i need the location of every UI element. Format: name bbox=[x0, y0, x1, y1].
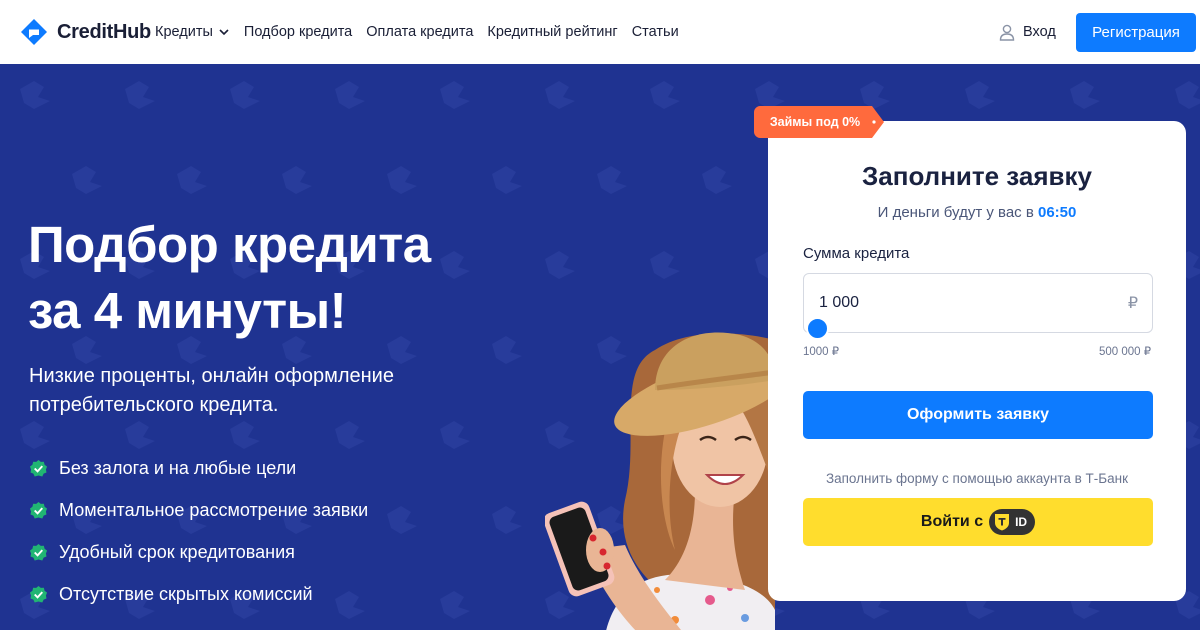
tbank-note: Заполнить форму с помощью аккаунта в Т-Б… bbox=[825, 471, 1129, 486]
login-link[interactable]: Вход bbox=[998, 0, 1056, 64]
amount-input[interactable]: 1 000 ₽ bbox=[803, 273, 1153, 333]
tbank-shield-icon bbox=[995, 514, 1010, 531]
hero-title: Подбор кредита за 4 минуты! bbox=[28, 212, 431, 344]
pattern-shape bbox=[860, 81, 890, 109]
tid-badge-text: ID bbox=[1015, 515, 1028, 529]
register-button[interactable]: Регистрация bbox=[1076, 13, 1196, 52]
pattern-shape bbox=[440, 251, 470, 279]
pattern-shape bbox=[492, 336, 522, 364]
pattern-shape bbox=[440, 421, 470, 449]
pattern-shape bbox=[1070, 81, 1100, 109]
pattern-shape bbox=[335, 81, 365, 109]
pattern-shape bbox=[597, 166, 627, 194]
nav-item-credits[interactable]: Кредиты bbox=[155, 24, 230, 40]
woman-with-phone-image bbox=[545, 332, 775, 630]
form-subtitle-text: И деньги будут у вас в bbox=[877, 204, 1034, 221]
feature-text: Без залога и на любые цели bbox=[59, 457, 297, 478]
amount-label: Сумма кредита bbox=[803, 245, 910, 262]
brand-logo[interactable]: CreditHub bbox=[20, 18, 151, 46]
pattern-shape bbox=[282, 166, 312, 194]
logo-icon bbox=[21, 19, 47, 45]
pattern-shape bbox=[492, 506, 522, 534]
hero-subtitle: Низкие проценты, онлайн оформление потре… bbox=[29, 365, 394, 416]
site-header: CreditHub Кредиты Подбор кредита Оплата … bbox=[0, 0, 1200, 64]
pattern-shape bbox=[650, 81, 680, 109]
tid-login-button[interactable]: Войти с ID bbox=[803, 498, 1153, 546]
amount-slider-thumb[interactable] bbox=[806, 317, 829, 340]
countdown-timer: 06:50 bbox=[1037, 204, 1077, 221]
pattern-shape bbox=[1175, 81, 1200, 109]
feature-item: Без залога и на любые цели bbox=[29, 447, 368, 489]
nav-item-credit-payment[interactable]: Оплата кредита bbox=[366, 24, 473, 40]
amount-value: 1 000 bbox=[819, 294, 860, 311]
nav-item-credit-rating[interactable]: Кредитный рейтинг bbox=[487, 24, 617, 40]
pattern-shape bbox=[230, 421, 260, 449]
pattern-shape bbox=[492, 166, 522, 194]
tid-badge: ID bbox=[989, 509, 1036, 535]
feature-text: Моментальное рассмотрение заявки bbox=[59, 499, 369, 520]
feature-item: Моментальное рассмотрение заявки bbox=[29, 489, 368, 531]
pattern-shape bbox=[72, 166, 102, 194]
main-nav: Кредиты Подбор кредита Оплата кредита Кр… bbox=[155, 0, 693, 64]
form-subtitle: И деньги будут у вас в 06:50 bbox=[768, 204, 1186, 221]
pattern-shape bbox=[177, 166, 207, 194]
login-label: Вход bbox=[1023, 24, 1056, 40]
pattern-shape bbox=[335, 421, 365, 449]
ruble-icon: ₽ bbox=[1127, 295, 1138, 312]
feature-text: Отсутствие скрытых комиссий bbox=[59, 583, 313, 604]
check-shield-icon bbox=[29, 501, 48, 518]
promo-badge[interactable]: Займы под 0% bbox=[754, 106, 876, 138]
nav-item-label: Кредиты bbox=[155, 24, 213, 40]
pattern-shape bbox=[440, 591, 470, 619]
slider-min-label: 1000 ₽ bbox=[803, 346, 840, 358]
nav-item-credit-selection[interactable]: Подбор кредита bbox=[244, 24, 352, 40]
pattern-shape bbox=[755, 81, 785, 109]
user-icon bbox=[999, 24, 1015, 41]
pattern-shape bbox=[387, 506, 417, 534]
chevron-down-icon bbox=[219, 29, 229, 36]
feature-item: Отсутствие скрытых комиссий bbox=[29, 573, 368, 615]
pattern-shape bbox=[125, 421, 155, 449]
check-shield-icon bbox=[29, 543, 48, 560]
slider-max-label: 500 000 ₽ bbox=[1099, 346, 1152, 358]
pattern-shape bbox=[965, 81, 995, 109]
pattern-shape bbox=[20, 81, 50, 109]
pattern-shape bbox=[545, 81, 575, 109]
check-shield-icon bbox=[29, 585, 48, 602]
pattern-shape bbox=[230, 81, 260, 109]
application-form-card: Заполните заявку И деньги будут у вас в … bbox=[768, 121, 1186, 601]
pattern-shape bbox=[20, 421, 50, 449]
hero-title-line-2: за 4 минуты! bbox=[28, 282, 347, 339]
form-title: Заполните заявку bbox=[862, 161, 1092, 191]
tid-login-label: Войти с bbox=[920, 513, 984, 530]
feature-text: Удобный срок кредитования bbox=[59, 541, 295, 562]
pattern-shape bbox=[387, 166, 417, 194]
hero-title-line-1: Подбор кредита bbox=[28, 216, 431, 273]
nav-item-articles[interactable]: Статьи bbox=[632, 24, 679, 40]
check-shield-icon bbox=[29, 459, 48, 476]
feature-list: Без залога и на любые цели Моментальное … bbox=[29, 447, 368, 615]
pattern-shape bbox=[545, 251, 575, 279]
pattern-shape bbox=[440, 81, 470, 109]
submit-application-button[interactable]: Оформить заявку bbox=[803, 391, 1153, 439]
feature-item: Удобный срок кредитования bbox=[29, 531, 368, 573]
pattern-shape bbox=[650, 251, 680, 279]
pattern-shape bbox=[125, 81, 155, 109]
pattern-shape bbox=[702, 166, 732, 194]
brand-name: CreditHub bbox=[57, 20, 151, 43]
